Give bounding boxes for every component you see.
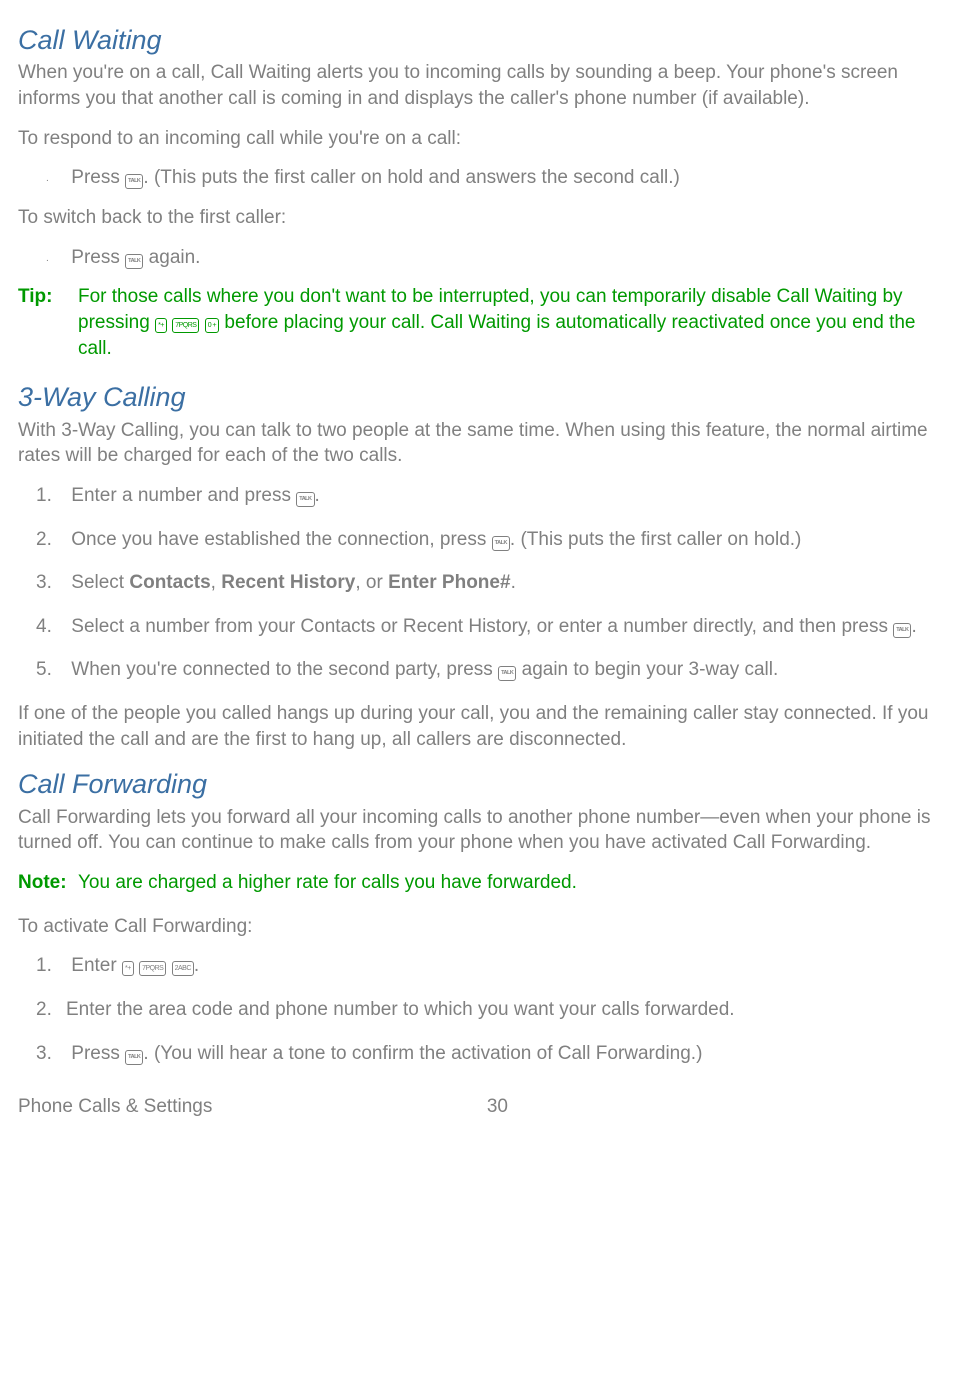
tip-text: For those calls where you don't want to … [78,284,938,361]
heading-call-waiting: Call Waiting [18,22,938,58]
cw-respond-label: To respond to an incoming call while you… [18,126,938,152]
list-item: Select Contacts, Recent History, or Ente… [66,570,938,596]
cf-intro: Call Forwarding lets you forward all you… [18,805,938,856]
tip-block: Tip: For those calls where you don't wan… [18,284,938,361]
list-item: Enter the area code and phone number to … [66,997,938,1023]
talk-key-icon: TALK [125,1050,143,1065]
talk-key-icon: TALK [296,492,314,507]
cw-respond-list: Press TALK. (This puts the first caller … [18,165,938,191]
page-number: 30 [487,1094,508,1120]
tw-outro: If one of the people you called hangs up… [18,701,938,752]
talk-key-icon: TALK [492,536,510,551]
cf-steps: Enter *+ 7PQRS 2ABC. Enter the area code… [18,953,938,1066]
cw-switch-list: Press TALK again. [18,245,938,271]
heading-3way: 3-Way Calling [18,379,938,415]
cw-intro: When you're on a call, Call Waiting aler… [18,60,938,111]
seven-key-icon: 7PQRS [139,961,166,976]
talk-key-icon: TALK [498,666,516,681]
talk-key-icon: TALK [125,174,143,189]
zero-key-icon: 0 + [205,318,219,333]
talk-key-icon: TALK [125,254,143,269]
list-item: Press TALK. (You will hear a tone to con… [66,1041,938,1067]
star-key-icon: *+ [122,961,134,976]
seven-key-icon: 7PQRS [172,318,199,333]
cf-activate-label: To activate Call Forwarding: [18,914,938,940]
list-item: Enter *+ 7PQRS 2ABC. [66,953,938,979]
tw-intro: With 3-Way Calling, you can talk to two … [18,418,938,469]
list-item: Press TALK. (This puts the first caller … [66,165,938,191]
note-text: You are charged a higher rate for calls … [78,870,938,896]
cw-switch-label: To switch back to the first caller: [18,205,938,231]
two-key-icon: 2ABC [172,961,194,976]
tw-steps: Enter a number and press TALK. Once you … [18,483,938,683]
talk-key-icon: TALK [893,623,911,638]
note-label: Note: [18,870,78,896]
star-key-icon: *+ [155,318,167,333]
list-item: Select a number from your Contacts or Re… [66,614,938,640]
heading-call-forwarding: Call Forwarding [18,766,938,802]
footer-section: Phone Calls & Settings [18,1094,212,1120]
list-item: When you're connected to the second part… [66,657,938,683]
page-footer: Phone Calls & Settings 30 [18,1094,938,1120]
note-block: Note: You are charged a higher rate for … [18,870,938,896]
list-item: Press TALK again. [66,245,938,271]
list-item: Once you have established the connection… [66,527,938,553]
list-item: Enter a number and press TALK. [66,483,938,509]
tip-label: Tip: [18,284,78,361]
